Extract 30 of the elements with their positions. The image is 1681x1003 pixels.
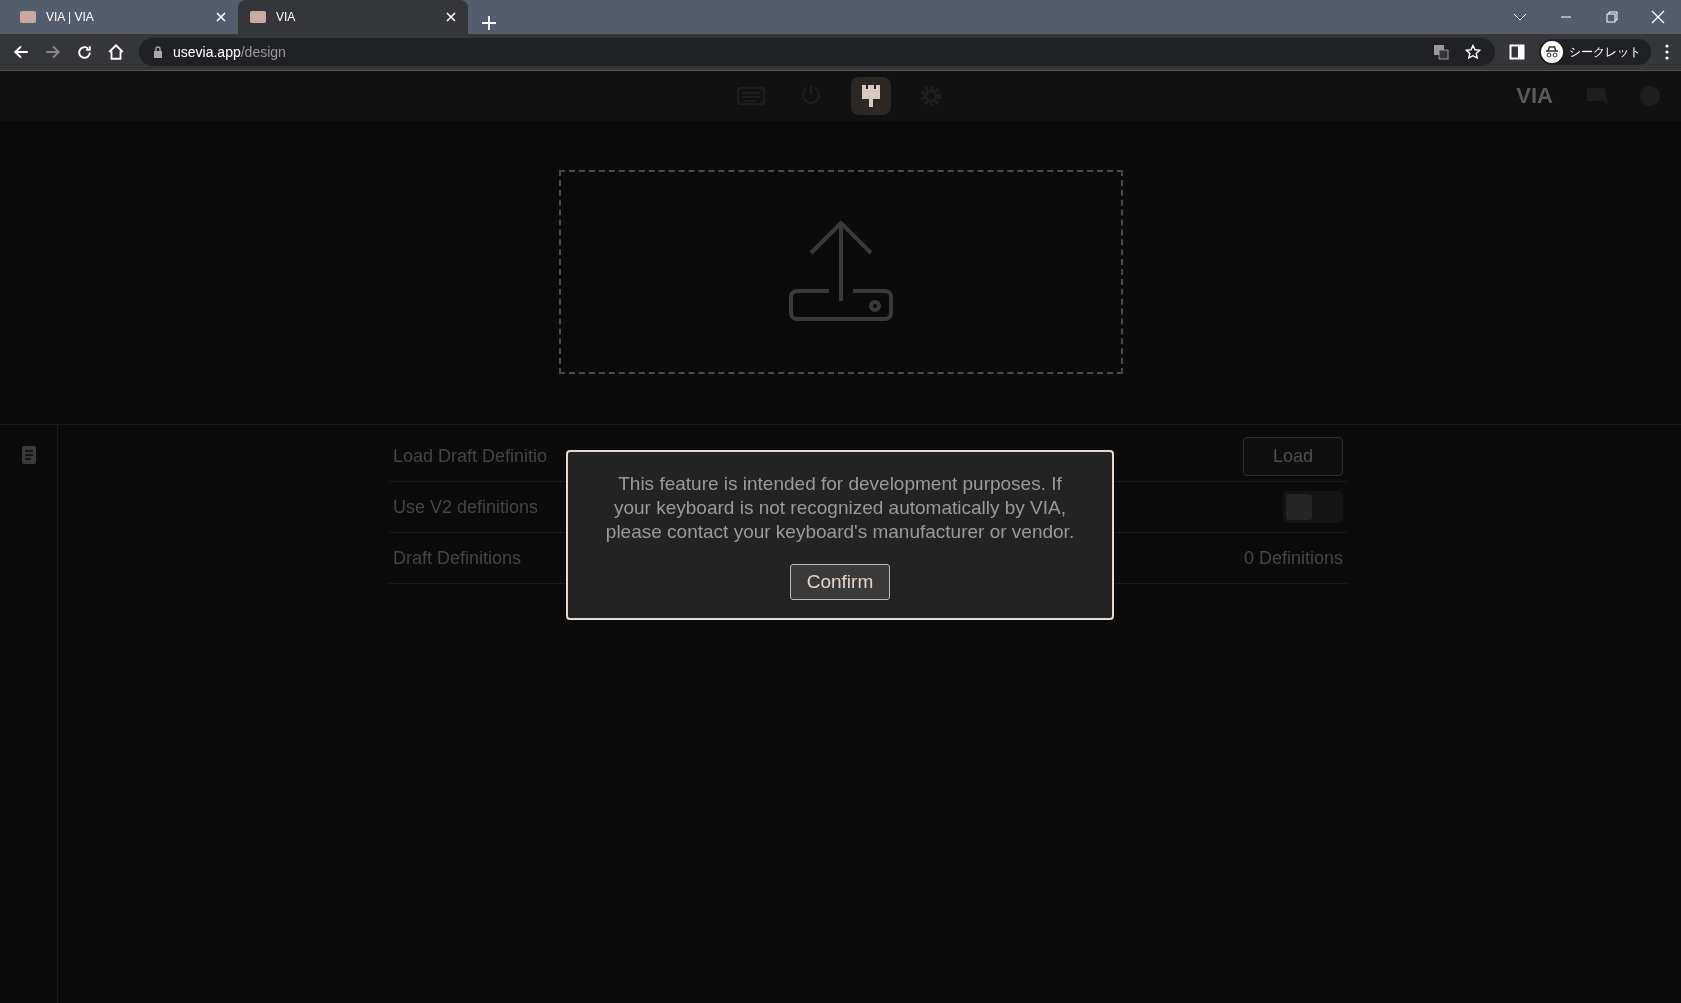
reload-icon[interactable] bbox=[76, 43, 93, 61]
setting-label: Use V2 definitions bbox=[393, 496, 539, 518]
setting-label: Draft Definitions bbox=[393, 547, 522, 569]
add-icon[interactable] bbox=[482, 16, 496, 30]
browser-tab[interactable]: VIA bbox=[238, 0, 468, 34]
setting-label: Load Draft Definitio bbox=[393, 445, 548, 467]
toggle-switch[interactable] bbox=[1283, 491, 1343, 523]
forward-arrow-icon[interactable] bbox=[44, 43, 62, 61]
confirm-button[interactable]: Confirm bbox=[789, 564, 891, 600]
nav-tab[interactable] bbox=[850, 77, 891, 115]
site-icon bbox=[250, 11, 266, 23]
more-menu-icon[interactable] bbox=[1665, 44, 1669, 60]
lock-icon[interactable] bbox=[153, 46, 163, 58]
profile-button[interactable]: シークレット bbox=[1539, 39, 1651, 65]
close-icon[interactable] bbox=[216, 12, 226, 22]
app-logo: VIA bbox=[1516, 83, 1553, 109]
back-arrow-icon[interactable] bbox=[12, 43, 30, 61]
close-icon[interactable] bbox=[446, 12, 456, 22]
translate-icon[interactable] bbox=[1433, 44, 1449, 60]
incognito-icon bbox=[1541, 41, 1563, 63]
definition-count: 0 Definitions bbox=[1243, 547, 1343, 569]
site-icon bbox=[20, 11, 36, 23]
home-icon[interactable] bbox=[107, 43, 125, 61]
brush-icon bbox=[859, 83, 882, 109]
side-panel-icon[interactable] bbox=[1509, 44, 1525, 60]
url-text: usevia.app/design bbox=[173, 44, 286, 60]
address-bar[interactable]: usevia.app/design bbox=[139, 38, 1495, 66]
dialog-message: This feature is intended for development purposes. If your keyboard is not recognized automatically by VIA, please contact your keyboard's manufacturer or vendor. bbox=[604, 472, 1076, 544]
browser-tab[interactable]: VIA | VIA bbox=[8, 0, 238, 34]
star-icon[interactable] bbox=[1465, 44, 1481, 60]
